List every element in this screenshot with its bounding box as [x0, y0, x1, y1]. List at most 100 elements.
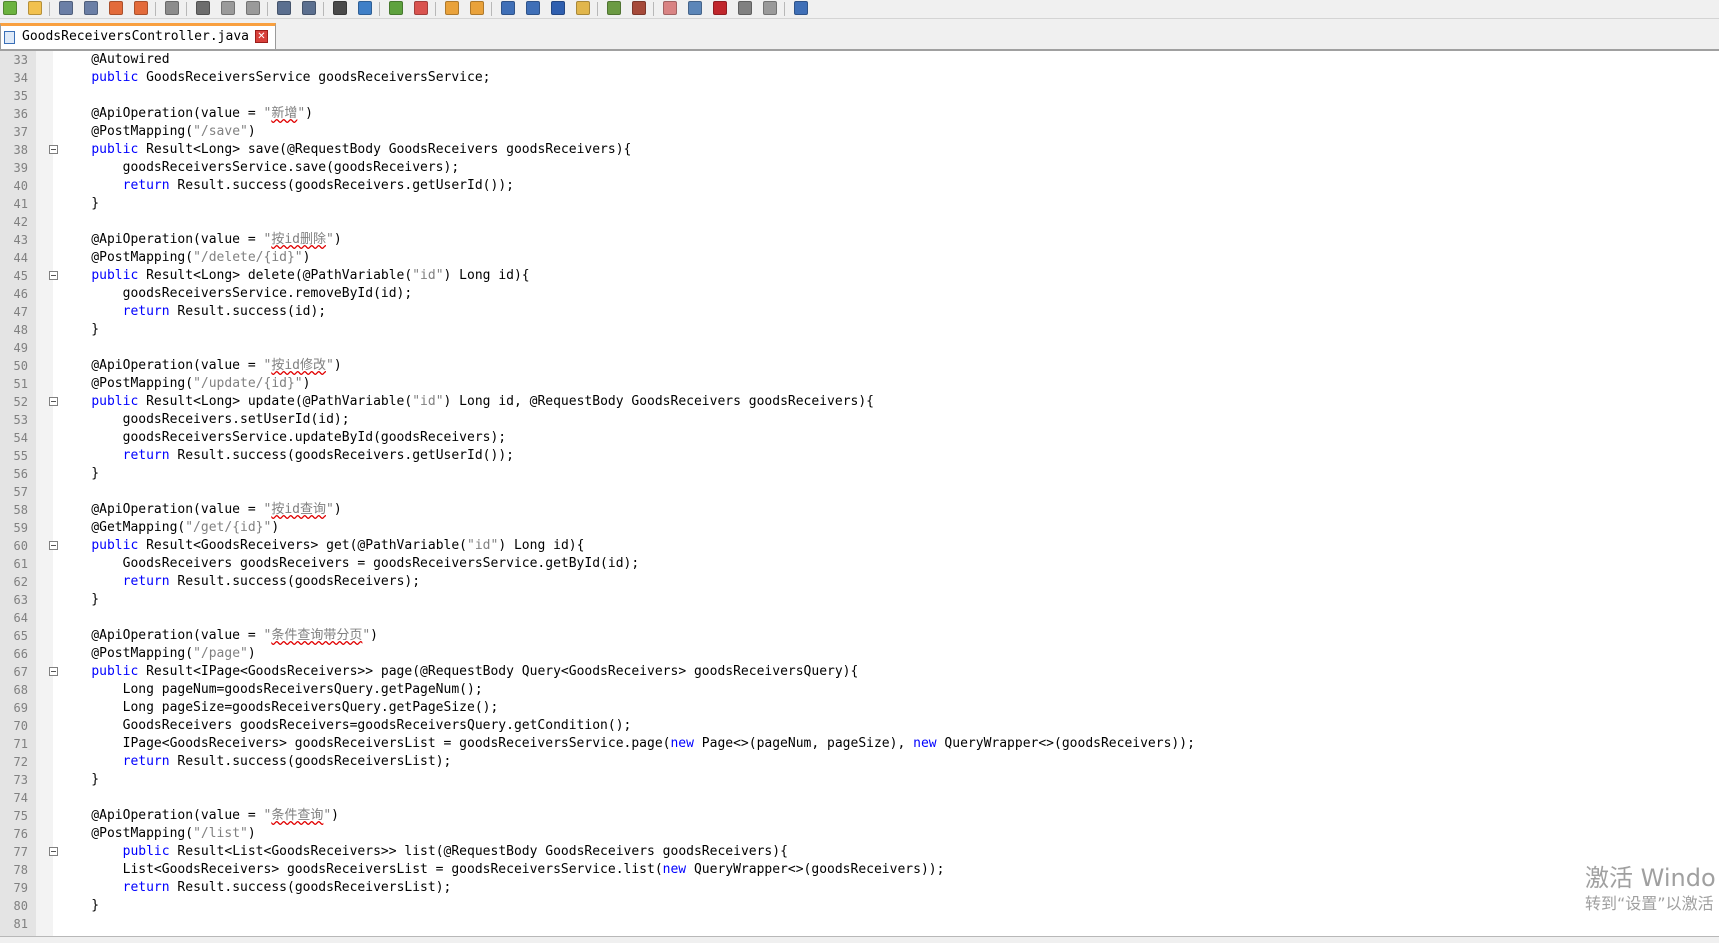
folder-workspace-icon[interactable] — [663, 1, 677, 15]
monitoring-icon[interactable] — [688, 1, 702, 15]
code-line[interactable]: 70 GoodsReceivers goodsReceivers=goodsRe… — [0, 717, 1719, 735]
code-text: public Result<Long> save(@RequestBody Go… — [60, 141, 631, 159]
code-line[interactable]: 73 } — [0, 771, 1719, 789]
code-line[interactable]: 40 return Result.success(goodsReceivers.… — [0, 177, 1719, 195]
code-line[interactable]: 53 goodsReceivers.setUserId(id); — [0, 411, 1719, 429]
indent-guide-icon[interactable] — [551, 1, 565, 15]
sync-vertical-icon[interactable] — [445, 1, 459, 15]
undo-icon[interactable] — [277, 1, 291, 15]
code-line[interactable]: 35 — [0, 87, 1719, 105]
code-line[interactable]: 41 } — [0, 195, 1719, 213]
code-keyword: return — [122, 880, 170, 895]
code-line[interactable]: 64 — [0, 609, 1719, 627]
code-line[interactable]: 69 Long pageSize=goodsReceiversQuery.get… — [0, 699, 1719, 717]
code-line[interactable]: 50 @ApiOperation(value = "按id修改") — [0, 357, 1719, 375]
replace-icon[interactable] — [358, 1, 372, 15]
code-line[interactable]: 62 return Result.success(goodsReceivers)… — [0, 573, 1719, 591]
fold-toggle-icon[interactable] — [49, 145, 58, 154]
record-macro-icon[interactable] — [713, 1, 727, 15]
code-text: @ApiOperation(value = "条件查询") — [60, 807, 339, 825]
close-tab-icon[interactable]: ✕ — [255, 30, 268, 43]
code-line[interactable]: 42 — [0, 213, 1719, 231]
open-file-icon[interactable] — [28, 1, 42, 15]
code-line[interactable]: 37 @PostMapping("/save") — [0, 123, 1719, 141]
code-line[interactable]: 59 @GetMapping("/get/{id}") — [0, 519, 1719, 537]
fold-toggle-icon[interactable] — [49, 847, 58, 856]
fold-toggle-icon[interactable] — [49, 667, 58, 676]
function-list-icon[interactable] — [632, 1, 646, 15]
code-line[interactable]: 56 } — [0, 465, 1719, 483]
code-line[interactable]: 49 — [0, 339, 1719, 357]
code-line[interactable]: 68 Long pageNum=goodsReceiversQuery.getP… — [0, 681, 1719, 699]
code-line[interactable]: 66 @PostMapping("/page") — [0, 645, 1719, 663]
print-icon[interactable] — [165, 1, 179, 15]
code-line[interactable]: 34 public GoodsReceiversService goodsRec… — [0, 69, 1719, 87]
line-number: 34 — [13, 71, 28, 85]
fold-toggle-icon[interactable] — [49, 397, 58, 406]
code-line[interactable]: 39 goodsReceiversService.save(goodsRecei… — [0, 159, 1719, 177]
code-line[interactable]: 75 @ApiOperation(value = "条件查询") — [0, 807, 1719, 825]
code-editor[interactable]: 33 @Autowired 34 public GoodsReceiversSer… — [0, 51, 1719, 936]
code-line[interactable]: 61 GoodsReceivers goodsReceivers = goods… — [0, 555, 1719, 573]
code-line[interactable]: 80 } — [0, 897, 1719, 915]
fold-toggle-icon[interactable] — [49, 271, 58, 280]
code-line[interactable]: 51 @PostMapping("/update/{id}") — [0, 375, 1719, 393]
code-line[interactable]: 55 return Result.success(goodsReceivers.… — [0, 447, 1719, 465]
code-line[interactable]: 33 @Autowired — [0, 51, 1719, 69]
zoom-out-icon[interactable] — [414, 1, 428, 15]
code-line[interactable]: 46 goodsReceiversService.removeById(id); — [0, 285, 1719, 303]
user-language-icon[interactable] — [576, 1, 590, 15]
code-line[interactable]: 58 @ApiOperation(value = "按id查询") — [0, 501, 1719, 519]
sync-horizontal-icon[interactable] — [470, 1, 484, 15]
stop-macro-icon[interactable] — [738, 1, 752, 15]
word-wrap-icon[interactable] — [501, 1, 515, 15]
code-line[interactable]: 52 public Result<Long> update(@PathVaria… — [0, 393, 1719, 411]
code-line[interactable]: 44 @PostMapping("/delete/{id}") — [0, 249, 1719, 267]
code-string: 按id查询 — [271, 502, 326, 517]
code-line[interactable]: 48 } — [0, 321, 1719, 339]
line-number: 60 — [13, 539, 28, 553]
code-line[interactable]: 38 public Result<Long> save(@RequestBody… — [0, 141, 1719, 159]
run-macro-multiple-icon[interactable] — [794, 1, 808, 15]
code-line[interactable]: 65 @ApiOperation(value = "条件查询带分页") — [0, 627, 1719, 645]
show-all-characters-icon[interactable] — [526, 1, 540, 15]
redo-icon[interactable] — [302, 1, 316, 15]
code-line[interactable]: 71 IPage<GoodsReceivers> goodsReceiversL… — [0, 735, 1719, 753]
close-icon[interactable] — [109, 1, 123, 15]
code-line[interactable]: 81 — [0, 915, 1719, 933]
code-token: @ApiOperation(value = — [60, 106, 264, 121]
find-icon[interactable] — [333, 1, 347, 15]
code-line[interactable]: 77 public Result<List<GoodsReceivers>> l… — [0, 843, 1719, 861]
code-line[interactable]: 57 — [0, 483, 1719, 501]
code-line[interactable]: 74 — [0, 789, 1719, 807]
paste-icon[interactable] — [246, 1, 260, 15]
fold-toggle-icon[interactable] — [49, 541, 58, 550]
code-line[interactable]: 43 @ApiOperation(value = "按id删除") — [0, 231, 1719, 249]
code-line[interactable]: 79 return Result.success(goodsReceiversL… — [0, 879, 1719, 897]
code-line[interactable]: 36 @ApiOperation(value = "新增") — [0, 105, 1719, 123]
close-all-icon[interactable] — [134, 1, 148, 15]
save-icon[interactable] — [59, 1, 73, 15]
tab-goodsreceiverscontroller[interactable]: GoodsReceiversController.java ✕ — [0, 23, 276, 49]
document-map-icon[interactable] — [607, 1, 621, 15]
code-line[interactable]: 47 return Result.success(id); — [0, 303, 1719, 321]
cut-icon[interactable] — [196, 1, 210, 15]
zoom-in-icon[interactable] — [389, 1, 403, 15]
code-line[interactable]: 54 goodsReceiversService.updateById(good… — [0, 429, 1719, 447]
code-line[interactable]: 72 return Result.success(goodsReceiversL… — [0, 753, 1719, 771]
copy-icon[interactable] — [221, 1, 235, 15]
line-number: 33 — [13, 53, 28, 67]
code-line[interactable]: 63 } — [0, 591, 1719, 609]
play-macro-icon[interactable] — [763, 1, 777, 15]
code-line[interactable]: 45 public Result<Long> delete(@PathVaria… — [0, 267, 1719, 285]
code-line[interactable]: 78 List<GoodsReceivers> goodsReceiversLi… — [0, 861, 1719, 879]
code-line[interactable]: 60 public Result<GoodsReceivers> get(@Pa… — [0, 537, 1719, 555]
save-all-icon[interactable] — [84, 1, 98, 15]
code-line[interactable]: 67 public Result<IPage<GoodsReceivers>> … — [0, 663, 1719, 681]
code-token: ) — [331, 808, 339, 823]
code-line[interactable]: 76 @PostMapping("/list") — [0, 825, 1719, 843]
new-file-icon[interactable] — [3, 1, 17, 15]
line-number: 51 — [13, 377, 28, 391]
code-token: ) — [333, 358, 342, 373]
